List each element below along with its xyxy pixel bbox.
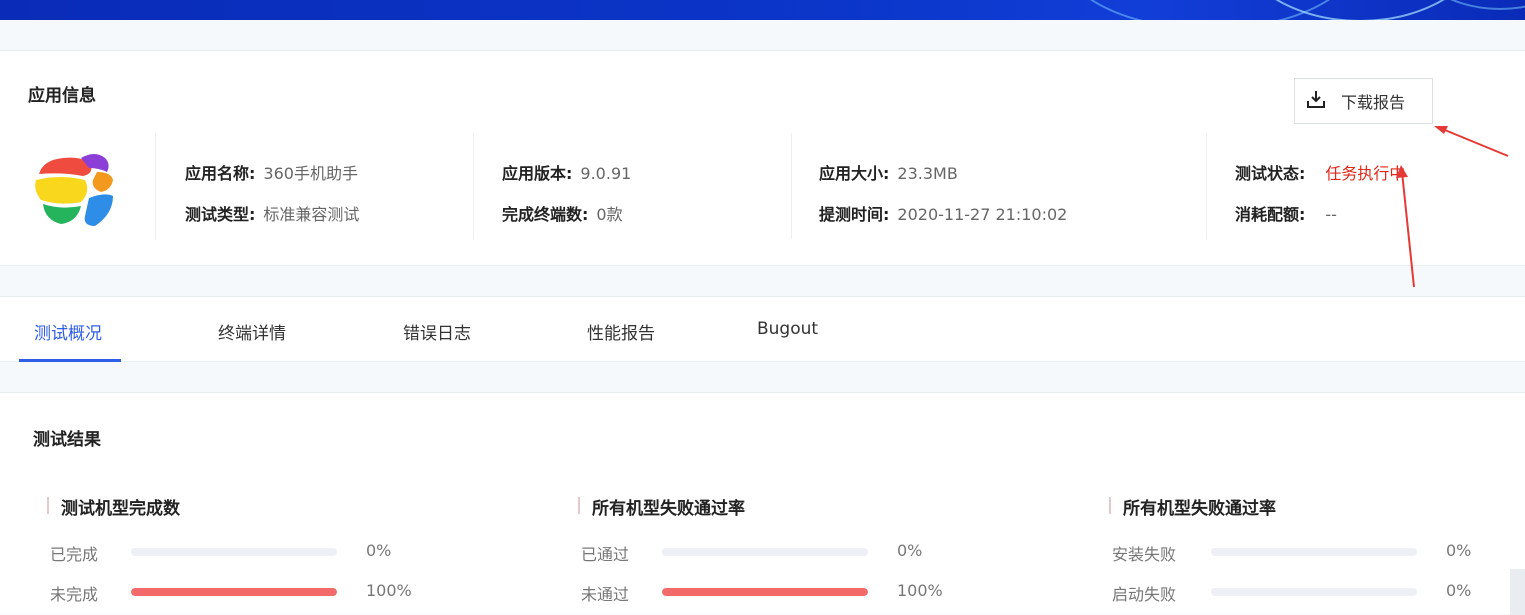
row-percent: 0% [1446,581,1472,600]
group-title-device-completion: 测试机型完成数 [47,494,180,519]
app-version-field: 应用版本: 9.0.91 [502,160,631,184]
row-label: 未通过 [581,585,630,604]
active-tab-indicator [19,359,121,362]
app-size-value: 23.3MB [897,164,958,183]
test-type-field: 测试类型: 标准兼容测试 [185,201,359,225]
submit-time-field: 提测时间: 2020-11-27 21:10:02 [819,201,1067,225]
download-icon [1305,88,1327,114]
progress-fill [131,588,337,596]
finished-devices-field: 完成终端数: 0款 [502,201,623,225]
progress-bar [1211,588,1417,596]
row-label: 未完成 [50,585,99,604]
app-size-key: 应用大小: [819,164,890,183]
tab-error-log[interactable]: 错误日志 [403,319,471,344]
progress-bar [1211,548,1417,556]
row-percent: 0% [897,541,923,560]
finished-devices-key: 完成终端数: [502,205,589,224]
group-title-pass-rate: 所有机型失败通过率 [578,494,745,519]
test-type-key: 测试类型: [185,205,256,224]
app-info-panel: 应用信息 下载报告 应用名称: 360手机助手 测试类型: 标准兼容测试 应用版本:… [0,50,1525,266]
progress-bar [662,548,868,556]
row-label: 安装失败 [1112,545,1177,564]
app-logo [33,144,117,228]
row-percent: 100% [897,581,943,600]
row-percent: 100% [366,581,412,600]
tab-bugout[interactable]: Bugout [757,319,818,339]
tab-performance-report[interactable]: 性能报告 [587,319,655,344]
quota-used-field: 消耗配额: -- [1235,201,1337,225]
group-title-failure-rate: 所有机型失败通过率 [1109,494,1276,519]
app-version-key: 应用版本: [502,164,573,183]
progress-bar [131,588,337,596]
progress-fill [662,588,868,596]
test-status-key: 测试状态: [1235,164,1306,183]
progress-bar [662,588,868,596]
row-label: 启动失败 [1112,585,1177,604]
finished-devices-value: 0款 [596,205,623,224]
download-label: 下载报告 [1341,93,1406,112]
download-report-button[interactable]: 下载报告 [1294,78,1433,124]
test-results-title: 测试结果 [33,430,101,450]
quota-used-value: -- [1325,205,1337,224]
tab-device-details[interactable]: 终端详情 [218,319,286,344]
scrollbar-thumb[interactable] [1510,569,1525,615]
app-info-title: 应用信息 [28,86,96,106]
test-results-panel: 测试结果 测试机型完成数 已完成 0% 未完成 100% 所有机型失败通过率 已… [0,392,1525,615]
progress-bar [131,548,337,556]
quota-used-key: 消耗配额: [1235,205,1306,224]
submit-time-key: 提测时间: [819,205,890,224]
row-percent: 0% [1446,541,1472,560]
app-name-value: 360手机助手 [263,164,358,183]
test-type-value: 标准兼容测试 [263,205,360,224]
row-label: 已通过 [581,545,630,564]
row-percent: 0% [366,541,392,560]
app-name-key: 应用名称: [185,164,256,183]
test-status-value: 任务执行中 [1325,164,1406,183]
app-version-value: 9.0.91 [580,164,632,183]
tab-overview[interactable]: 测试概况 [34,319,102,344]
top-banner [0,0,1525,20]
test-status-field: 测试状态: 任务执行中 [1235,160,1405,184]
row-label: 已完成 [50,545,99,564]
app-name-field: 应用名称: 360手机助手 [185,160,358,184]
tab-bar: 测试概况 终端详情 错误日志 性能报告 Bugout [0,296,1525,362]
app-size-field: 应用大小: 23.3MB [819,160,958,184]
submit-time-value: 2020-11-27 21:10:02 [897,205,1068,224]
